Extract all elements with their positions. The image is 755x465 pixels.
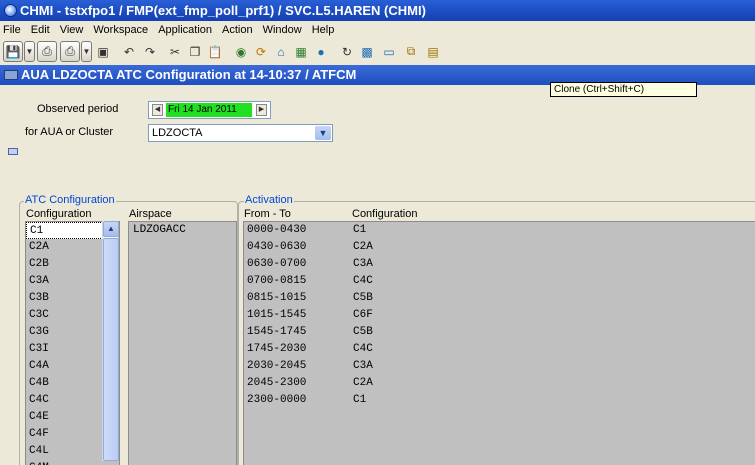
activation-configuration-cell[interactable]: C5B <box>353 324 373 341</box>
menu-help[interactable]: Help <box>307 21 340 39</box>
configuration-list-scrollbar[interactable]: ▲ <box>102 221 119 461</box>
menu-view[interactable]: View <box>55 21 89 39</box>
from-to-column-header: From - To <box>244 208 291 220</box>
activation-title: Activation <box>244 194 294 206</box>
activation-configuration-cell[interactable]: C2A <box>353 239 373 256</box>
configuration-list-item[interactable]: C4M <box>26 460 104 465</box>
aua-cluster-label: for AUA or Cluster <box>25 126 114 138</box>
activation-configuration-cell[interactable]: C4C <box>353 273 373 290</box>
sync-icon[interactable]: ↻ <box>338 41 356 62</box>
activation-from-to-cell[interactable]: 2300-0000 <box>247 392 306 409</box>
print-preview-icon[interactable]: ⎙ <box>60 41 80 62</box>
print-dropdown-icon[interactable]: ▼ <box>81 41 92 62</box>
save-icon[interactable]: 💾 <box>3 41 23 62</box>
scroll-thumb[interactable] <box>103 238 119 461</box>
configuration-list-item[interactable]: C4A <box>26 358 104 375</box>
configuration-list-item[interactable]: C4C <box>26 392 104 409</box>
menu-bar: File Edit View Workspace Application Action Wi… <box>0 21 755 39</box>
activation-from-to-cell[interactable]: 0815-1015 <box>247 290 306 307</box>
cut-icon[interactable]: ✂ <box>166 41 184 62</box>
configuration-list-item[interactable]: C4E <box>26 409 104 426</box>
configuration-list-item[interactable]: C1 <box>26 222 103 239</box>
chevron-down-icon[interactable]: ▼ <box>315 126 331 140</box>
print-icon[interactable]: ⎙ <box>37 41 57 62</box>
activation-configuration-cell[interactable]: C6F <box>353 307 373 324</box>
configuration-list-item[interactable]: C2B <box>26 256 104 273</box>
configuration-list-item[interactable]: C2A <box>26 239 104 256</box>
observed-period-spinner: ◀ Fri 14 Jan 2011 ▶ <box>148 101 271 119</box>
aua-cluster-value: LDZOCTA <box>152 127 203 139</box>
activation-from-to-cell[interactable]: 1015-1545 <box>247 307 306 324</box>
configuration-list-item[interactable]: C3I <box>26 341 104 358</box>
activation-from-to-cell[interactable]: 0430-0630 <box>247 239 306 256</box>
activation-configuration-column-header: Configuration <box>352 208 418 220</box>
configuration-list-item[interactable]: C3C <box>26 307 104 324</box>
save-dropdown-icon[interactable]: ▼ <box>24 41 35 62</box>
aua-cluster-select[interactable]: LDZOCTA ▼ <box>148 124 333 142</box>
activation-from-to-cell[interactable]: 2045-2300 <box>247 375 306 392</box>
activation-configuration-cell[interactable]: C2A <box>353 375 373 392</box>
airspace-column-header: Airspace <box>129 208 172 220</box>
refresh-icon[interactable]: ⟳ <box>252 41 270 62</box>
home-icon[interactable]: ⌂ <box>272 41 290 62</box>
layout-icon[interactable]: ▩ <box>358 41 376 62</box>
observed-period-value[interactable]: Fri 14 Jan 2011 <box>166 103 252 117</box>
airspace-list[interactable]: LDZOGACC <box>128 221 237 465</box>
copy-icon[interactable]: ❐ <box>186 41 204 62</box>
globe-icon[interactable]: ● <box>312 41 330 62</box>
panel-icon <box>4 70 18 80</box>
window-title: CHMI - tstxfpo1 / FMP(ext_fmp_poll_prf1)… <box>20 3 426 18</box>
toolbar: 💾 ▼ ⎙ ⎙ ▼ ▣ ↶ ↷ ✂ ❐ 📋 ◉ ⟳ ⌂ ▦ ● ↻ ▩ ▭ ⧉ … <box>0 39 755 65</box>
window-icon[interactable]: ▣ <box>94 41 112 62</box>
clone-icon[interactable]: ⧉ <box>402 41 420 62</box>
activation-from-to-cell[interactable]: 0700-0815 <box>247 273 306 290</box>
prev-day-arrow-icon[interactable]: ◀ <box>152 104 163 116</box>
export-icon[interactable]: ▤ <box>424 41 442 62</box>
collapse-icon[interactable] <box>8 148 18 155</box>
display-icon[interactable]: ▭ <box>380 41 398 62</box>
configuration-list-item[interactable]: C3G <box>26 324 104 341</box>
activation-from-to-cell[interactable]: 0000-0430 <box>247 222 306 239</box>
activation-configuration-cell[interactable]: C4C <box>353 341 373 358</box>
atc-configuration-title: ATC Configuration <box>24 194 116 206</box>
menu-edit[interactable]: Edit <box>26 21 55 39</box>
configuration-list-item[interactable]: C4B <box>26 375 104 392</box>
activation-from-to-cell[interactable]: 1545-1745 <box>247 324 306 341</box>
menu-application[interactable]: Application <box>153 21 217 39</box>
menu-window[interactable]: Window <box>258 21 307 39</box>
menu-file[interactable]: File <box>0 21 26 39</box>
activation-from-to-cell[interactable]: 2030-2045 <box>247 358 306 375</box>
configuration-list-item[interactable]: C3A <box>26 273 104 290</box>
activation-configuration-cell[interactable]: C5B <box>353 290 373 307</box>
clone-tooltip: Clone (Ctrl+Shift+C) <box>550 82 697 97</box>
menu-action[interactable]: Action <box>217 21 258 39</box>
panel-title: AUA LDZOCTA ATC Configuration at 14-10:3… <box>21 67 357 82</box>
paste-icon[interactable]: 📋 <box>206 41 224 62</box>
activation-configuration-cell[interactable]: C1 <box>353 392 366 409</box>
observed-period-label: Observed period <box>37 103 119 115</box>
airspace-list-item[interactable]: LDZOGACC <box>133 222 186 239</box>
activation-configuration-cell[interactable]: C3A <box>353 256 373 273</box>
window-titlebar[interactable]: CHMI - tstxfpo1 / FMP(ext_fmp_poll_prf1)… <box>0 0 755 21</box>
app-icon <box>4 4 17 17</box>
redo-icon[interactable]: ↷ <box>141 41 159 62</box>
activation-table[interactable]: 0000-0430 C1 0430-0630 C2A 0630-0700 C3A 0700-… <box>243 221 755 465</box>
activation-from-to-cell[interactable]: 1745-2030 <box>247 341 306 358</box>
configuration-list-item[interactable]: C3B <box>26 290 104 307</box>
map-icon[interactable]: ◉ <box>232 41 250 62</box>
menu-workspace[interactable]: Workspace <box>88 21 153 39</box>
scroll-up-icon[interactable]: ▲ <box>103 221 119 237</box>
undo-icon[interactable]: ↶ <box>120 41 138 62</box>
configuration-list-item[interactable]: C4L <box>26 443 104 460</box>
activation-configuration-cell[interactable]: C3A <box>353 358 373 375</box>
configuration-column-header: Configuration <box>26 208 92 220</box>
activation-from-to-cell[interactable]: 0630-0700 <box>247 256 306 273</box>
chart-icon[interactable]: ▦ <box>292 41 310 62</box>
activation-configuration-cell[interactable]: C1 <box>353 222 366 239</box>
next-day-arrow-icon[interactable]: ▶ <box>256 104 267 116</box>
configuration-list-item[interactable]: C4F <box>26 426 104 443</box>
